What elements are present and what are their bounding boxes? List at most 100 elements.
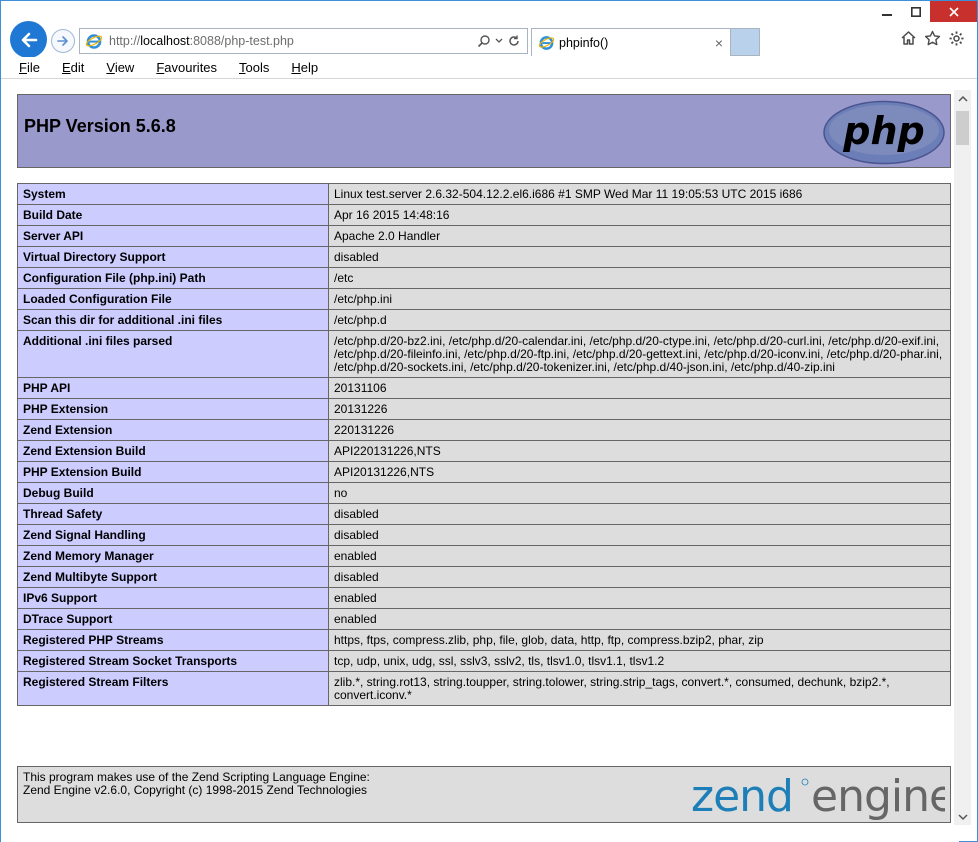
row-value: /etc/php.d/20-bz2.ini, /etc/php.d/20-cal… bbox=[328, 330, 951, 378]
table-row: Registered Stream Socket Transports tcp, … bbox=[17, 650, 951, 672]
ie-favicon-icon bbox=[85, 34, 103, 49]
row-value: disabled bbox=[328, 246, 951, 268]
row-key: PHP Extension bbox=[17, 398, 329, 420]
row-value: /etc/php.ini bbox=[328, 288, 951, 310]
chevron-down-icon bbox=[957, 813, 968, 820]
page-title: PHP Version 5.6.8 bbox=[24, 116, 176, 136]
table-row: Debug Build no bbox=[17, 482, 951, 504]
menu-file[interactable]: File bbox=[19, 60, 40, 75]
forward-button[interactable] bbox=[51, 29, 75, 53]
table-row: DTrace Support enabled bbox=[17, 608, 951, 630]
close-icon bbox=[948, 6, 959, 17]
php-header: PHP Version 5.6.8 php bbox=[17, 94, 951, 168]
minimize-button[interactable] bbox=[872, 1, 901, 22]
row-value: disabled bbox=[328, 503, 951, 525]
scroll-down-button[interactable] bbox=[954, 808, 971, 825]
row-value: Linux test.server 2.6.32-504.12.2.el6.i6… bbox=[328, 183, 951, 205]
row-value: no bbox=[328, 482, 951, 504]
maximize-button[interactable] bbox=[901, 1, 930, 22]
row-key: Registered PHP Streams bbox=[17, 629, 329, 651]
table-row: Additional .ini files parsed/etc/php.d/2… bbox=[17, 330, 951, 378]
row-key: Server API bbox=[17, 225, 329, 247]
scroll-thumb[interactable] bbox=[956, 111, 969, 145]
menu-bar: File Edit View Favourites Tools Help bbox=[1, 57, 977, 79]
back-button[interactable] bbox=[10, 21, 47, 58]
browser-window: http://localhost:8088/php-test.php phpin… bbox=[0, 0, 978, 842]
row-value: /etc/php.d bbox=[328, 309, 951, 331]
new-tab-button[interactable] bbox=[731, 28, 760, 56]
menu-favourites[interactable]: Favourites bbox=[156, 60, 217, 75]
table-row: Server API Apache 2.0 Handler bbox=[17, 225, 951, 247]
zend-logo-word1: zend bbox=[691, 771, 793, 821]
page-viewport[interactable]: PHP Version 5.6.8 php System Linux test.s… bbox=[1, 80, 959, 842]
address-bar[interactable]: http://localhost:8088/php-test.php bbox=[79, 28, 528, 54]
table-row: PHP API 20131106 bbox=[17, 377, 951, 399]
maximize-icon bbox=[910, 6, 921, 17]
browser-right-tools bbox=[900, 30, 965, 47]
row-value: enabled bbox=[328, 587, 951, 609]
row-value: 220131226 bbox=[328, 419, 951, 441]
table-row: Zend Signal Handling disabled bbox=[17, 524, 951, 546]
row-value: tcp, udp, unix, udg, ssl, sslv3, sslv2, … bbox=[328, 650, 951, 672]
search-icon[interactable] bbox=[477, 34, 491, 48]
php-info-table: System Linux test.server 2.6.32-504.12.2.… bbox=[17, 183, 951, 706]
row-value: enabled bbox=[328, 608, 951, 630]
ie-favicon-icon bbox=[538, 36, 555, 50]
window-controls bbox=[872, 1, 977, 22]
row-value: /etc bbox=[328, 267, 951, 289]
row-value: https, ftps, compress.zlib, php, file, g… bbox=[328, 629, 951, 651]
menu-edit[interactable]: Edit bbox=[62, 60, 84, 75]
chevron-up-icon bbox=[957, 95, 968, 102]
browser-toolbar: http://localhost:8088/php-test.php phpin… bbox=[1, 1, 977, 58]
table-row: Registered Stream Filters zlib.*, string.… bbox=[17, 671, 951, 706]
close-window-button[interactable] bbox=[930, 1, 977, 22]
row-key: Additional .ini files parsed bbox=[17, 330, 329, 378]
address-input[interactable]: http://localhost:8088/php-test.php bbox=[109, 34, 477, 48]
row-key: IPv6 Support bbox=[17, 587, 329, 609]
row-value: 20131106 bbox=[328, 377, 951, 399]
row-key: Zend Signal Handling bbox=[17, 524, 329, 546]
zend-logo-word2: engine bbox=[811, 771, 945, 821]
close-icon[interactable]: × bbox=[715, 35, 723, 51]
favorites-star-icon[interactable] bbox=[924, 30, 941, 47]
row-key: Thread Safety bbox=[17, 503, 329, 525]
row-key: Build Date bbox=[17, 204, 329, 226]
vertical-scrollbar[interactable] bbox=[954, 90, 971, 825]
php-logo-text: php bbox=[842, 109, 924, 153]
tab-phpinfo[interactable]: phpinfo() × bbox=[531, 28, 731, 56]
table-row: Loaded Configuration File/etc/php.ini bbox=[17, 288, 951, 310]
table-row: PHP Extension 20131226 bbox=[17, 398, 951, 420]
menu-tools[interactable]: Tools bbox=[239, 60, 269, 75]
table-row: Zend Multibyte Support disabled bbox=[17, 566, 951, 588]
zend-text-line2: Zend Engine v2.6.0, Copyright (c) 1998-2… bbox=[23, 783, 367, 797]
scroll-up-button[interactable] bbox=[954, 90, 971, 107]
row-key: Loaded Configuration File bbox=[17, 288, 329, 310]
row-value: disabled bbox=[328, 524, 951, 546]
row-value: zlib.*, string.rot13, string.toupper, st… bbox=[328, 671, 951, 706]
zend-engine-box: This program makes use of the Zend Scrip… bbox=[17, 766, 951, 823]
row-value: API220131226,NTS bbox=[328, 440, 951, 462]
row-key: PHP Extension Build bbox=[17, 461, 329, 483]
table-row: PHP Extension Build API20131226,NTS bbox=[17, 461, 951, 483]
gear-icon[interactable] bbox=[948, 30, 965, 47]
row-value: API20131226,NTS bbox=[328, 461, 951, 483]
table-row: Zend Extension 220131226 bbox=[17, 419, 951, 441]
row-key: Virtual Directory Support bbox=[17, 246, 329, 268]
chevron-down-icon[interactable] bbox=[495, 37, 503, 45]
table-row: Zend Memory Manager enabled bbox=[17, 545, 951, 567]
row-key: PHP API bbox=[17, 377, 329, 399]
row-value: 20131226 bbox=[328, 398, 951, 420]
row-key: Configuration File (php.ini) Path bbox=[17, 267, 329, 289]
table-row: Registered PHP Streams https, ftps, compr… bbox=[17, 629, 951, 651]
arrow-right-icon bbox=[57, 36, 68, 46]
zend-engine-logo: zend engine bbox=[691, 771, 945, 821]
refresh-icon[interactable] bbox=[507, 34, 521, 48]
row-key: Scan this dir for additional .ini files bbox=[17, 309, 329, 331]
arrow-left-icon bbox=[21, 32, 37, 47]
row-value: Apache 2.0 Handler bbox=[328, 225, 951, 247]
home-icon[interactable] bbox=[900, 30, 917, 47]
table-row: Thread Safety disabled bbox=[17, 503, 951, 525]
menu-view[interactable]: View bbox=[106, 60, 134, 75]
row-key: Debug Build bbox=[17, 482, 329, 504]
menu-help[interactable]: Help bbox=[291, 60, 318, 75]
